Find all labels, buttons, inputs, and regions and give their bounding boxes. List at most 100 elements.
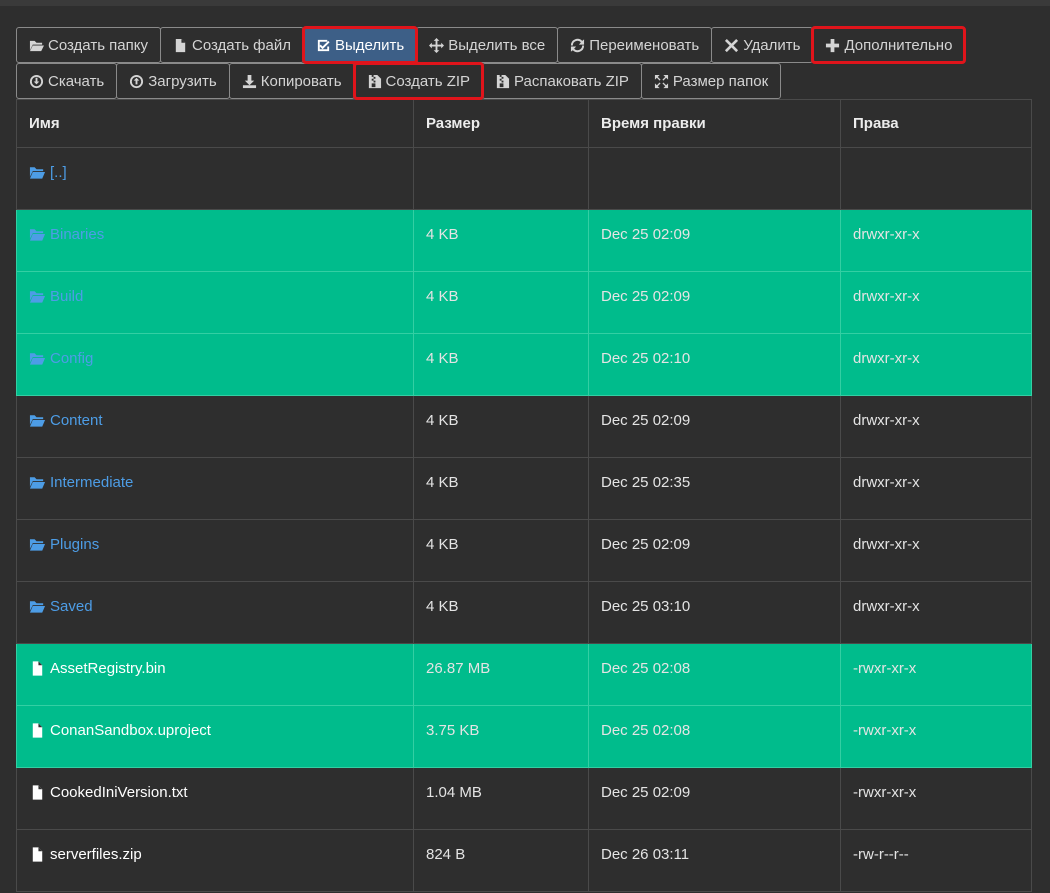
table-row[interactable]: ConanSandbox.uproject 3.75 KB Dec 25 02:08… [16, 705, 1032, 768]
modified-cell: Dec 25 02:10 [588, 333, 841, 396]
file-zip-icon [368, 74, 381, 88]
top-bar [0, 0, 1050, 6]
name-cell: Build [16, 271, 414, 334]
button-label: Дополнительно [844, 36, 953, 54]
name-cell: AssetRegistry.bin [16, 643, 414, 706]
modified-cell: Dec 25 02:09 [588, 271, 841, 334]
permissions-cell: drwxr-xr-x [840, 581, 1032, 644]
size-cell: 4 KB [413, 457, 589, 520]
column-header-permissions[interactable]: Права [840, 99, 1032, 148]
button-label: Удалить [743, 36, 801, 54]
table-row[interactable]: Content 4 KB Dec 25 02:09 drwxr-xr-x [16, 395, 1032, 458]
name-cell: CookedIniVersion.txt [16, 767, 414, 830]
name-cell: Content [16, 395, 414, 458]
create-file-button[interactable]: Создать файл [160, 27, 304, 63]
table-row[interactable]: Saved 4 KB Dec 25 03:10 drwxr-xr-x [16, 581, 1032, 644]
permissions-cell: -rw-r--r-- [840, 829, 1032, 892]
table-row[interactable]: Binaries 4 KB Dec 25 02:09 drwxr-xr-x [16, 209, 1032, 272]
permissions-cell: -rwxr-xr-x [840, 643, 1032, 706]
permissions-cell: -rwxr-xr-x [840, 705, 1032, 768]
table-row[interactable]: Plugins 4 KB Dec 25 02:09 drwxr-xr-x [16, 519, 1032, 582]
modified-cell [588, 147, 841, 210]
move-arrows-icon [429, 37, 445, 53]
size-cell: 4 KB [413, 333, 589, 396]
button-label: Создать файл [192, 36, 291, 54]
file-table: Имя Размер Время правки Права [..] Binari… [16, 99, 1032, 892]
button-label: Скачать [48, 72, 105, 90]
modified-cell: Dec 25 02:09 [588, 519, 841, 582]
permissions-cell: drwxr-xr-x [840, 209, 1032, 272]
upload-circle-icon [130, 74, 144, 88]
button-label: Выделить [335, 36, 405, 54]
table-header-row: Имя Размер Время правки Права [16, 99, 1032, 148]
table-row[interactable]: Build 4 KB Dec 25 02:09 drwxr-xr-x [16, 271, 1032, 334]
delete-button[interactable]: Удалить [711, 27, 814, 63]
select-button[interactable]: Выделить [301, 26, 419, 64]
file-name[interactable]: CookedIniVersion.txt [50, 784, 188, 801]
name-cell: Binaries [16, 209, 414, 272]
name-cell: Config [16, 333, 414, 396]
modified-cell: Dec 25 03:10 [588, 581, 841, 644]
file-icon [32, 723, 43, 738]
modified-cell: Dec 25 02:08 [588, 705, 841, 768]
folder-open-icon [29, 167, 46, 179]
column-header-size[interactable]: Размер [413, 99, 589, 148]
permissions-cell: drwxr-xr-x [840, 457, 1032, 520]
button-label: Загрузить [148, 72, 217, 90]
file-name[interactable]: AssetRegistry.bin [50, 660, 166, 677]
name-cell: Intermediate [16, 457, 414, 520]
size-cell: 4 KB [413, 209, 589, 272]
expand-icon [654, 74, 668, 88]
folder-link[interactable]: Content [50, 412, 103, 429]
folder-open-icon [29, 477, 46, 489]
name-cell: Saved [16, 581, 414, 644]
toolbar-row-1: Создать папку Создать файл Выделить Выделит… [16, 26, 967, 64]
table-row[interactable]: Intermediate 4 KB Dec 25 02:35 drwxr-xr-x [16, 457, 1032, 520]
folder-link[interactable]: Intermediate [50, 474, 133, 491]
create-zip-button[interactable]: Создать ZIP [352, 62, 485, 100]
create-folder-button[interactable]: Создать папку [16, 27, 161, 63]
download-button[interactable]: Скачать [16, 63, 118, 99]
copy-button[interactable]: Копировать [228, 63, 355, 99]
table-row[interactable]: Config 4 KB Dec 25 02:10 drwxr-xr-x [16, 333, 1032, 396]
more-button[interactable]: Дополнительно [811, 26, 967, 64]
modified-cell: Dec 25 02:09 [588, 209, 841, 272]
download-icon [242, 74, 256, 88]
size-cell: 4 KB [413, 271, 589, 334]
file-icon [32, 785, 43, 800]
folder-link[interactable]: Build [50, 288, 83, 305]
extract-zip-button[interactable]: Распаковать ZIP [482, 63, 642, 99]
folder-link[interactable]: Binaries [50, 226, 104, 243]
table-row[interactable]: serverfiles.zip 824 B Dec 26 03:11 -rw-r--r… [16, 829, 1032, 892]
check-square-icon [317, 39, 330, 51]
file-zip-icon [496, 74, 510, 88]
folder-link[interactable]: Saved [50, 598, 93, 615]
permissions-cell: drwxr-xr-x [840, 519, 1032, 582]
table-row[interactable]: AssetRegistry.bin 26.87 MB Dec 25 02:08 -rw… [16, 643, 1032, 706]
table-row[interactable]: CookedIniVersion.txt 1.04 MB Dec 25 02:09-… [16, 767, 1032, 830]
folder-open-icon [29, 40, 44, 51]
column-header-name[interactable]: Имя [16, 99, 414, 148]
size-cell: 1.04 MB [413, 767, 589, 830]
permissions-cell: drwxr-xr-x [840, 271, 1032, 334]
button-label: Переименовать [589, 36, 700, 54]
folder-link[interactable]: [..] [50, 164, 67, 181]
file-name[interactable]: serverfiles.zip [50, 846, 142, 863]
upload-button[interactable]: Загрузить [116, 63, 230, 99]
modified-cell: Dec 25 02:35 [588, 457, 841, 520]
table-row[interactable]: [..] [16, 147, 1032, 210]
select-all-button[interactable]: Выделить все [416, 27, 559, 63]
modified-cell: Dec 25 02:09 [588, 767, 841, 830]
permissions-cell: drwxr-xr-x [840, 395, 1032, 458]
folder-link[interactable]: Config [50, 350, 93, 367]
button-label: Распаковать ZIP [514, 72, 629, 90]
modified-cell: Dec 26 03:11 [588, 829, 841, 892]
folder-link[interactable]: Plugins [50, 536, 99, 553]
file-name[interactable]: ConanSandbox.uproject [50, 722, 211, 739]
download-circle-icon [29, 74, 44, 88]
folder-sizes-button[interactable]: Размер папок [640, 63, 782, 99]
column-header-modified[interactable]: Время правки [588, 99, 841, 148]
permissions-cell: -rwxr-xr-x [840, 767, 1032, 830]
permissions-cell [840, 147, 1032, 210]
rename-button[interactable]: Переименовать [557, 27, 713, 63]
